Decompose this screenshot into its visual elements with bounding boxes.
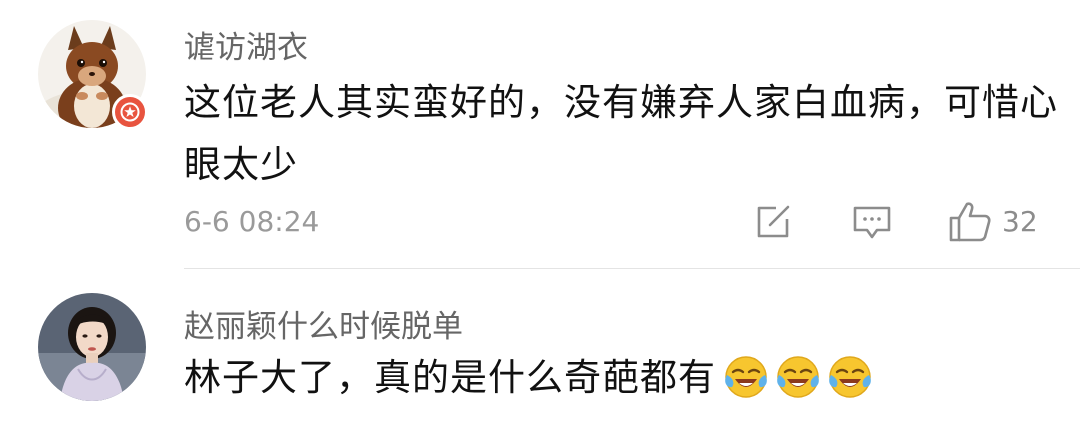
star-badge-icon [112, 94, 148, 130]
share-button[interactable] [754, 203, 792, 241]
comment-username[interactable]: 谑访湖衣 [184, 22, 308, 67]
comment-item: 谑访湖衣 这位老人其实蛮好的，没有嫌弃人家白血病，可惜心眼太少 6-6 08:2… [0, 0, 1080, 268]
comment-text: 林子大了，真的是什么奇葩都有 [184, 356, 716, 399]
like-icon [949, 202, 991, 242]
like-count: 32 [1002, 204, 1038, 238]
reply-icon [853, 206, 891, 239]
comment-text: 这位老人其实蛮好的，没有嫌弃人家白血病，可惜心眼太少 [184, 81, 1058, 186]
comment-text-row: 林子大了，真的是什么奇葩都有 [184, 347, 1064, 409]
like-button[interactable]: 32 [948, 200, 1038, 242]
laughing-crying-emoji [776, 355, 820, 399]
comment-item: 赵丽颖什么时候脱单 林子大了，真的是什么奇葩都有 [0, 269, 1080, 424]
laughing-crying-emoji [724, 355, 768, 399]
woman-portrait-avatar [38, 293, 146, 401]
comment-timestamp: 6-6 08:24 [184, 205, 320, 238]
share-icon [757, 205, 790, 238]
reply-button[interactable] [852, 205, 892, 241]
laughing-crying-emoji [828, 355, 872, 399]
comment-username[interactable]: 赵丽颖什么时候脱单 [184, 301, 463, 346]
user-avatar[interactable] [38, 293, 146, 401]
